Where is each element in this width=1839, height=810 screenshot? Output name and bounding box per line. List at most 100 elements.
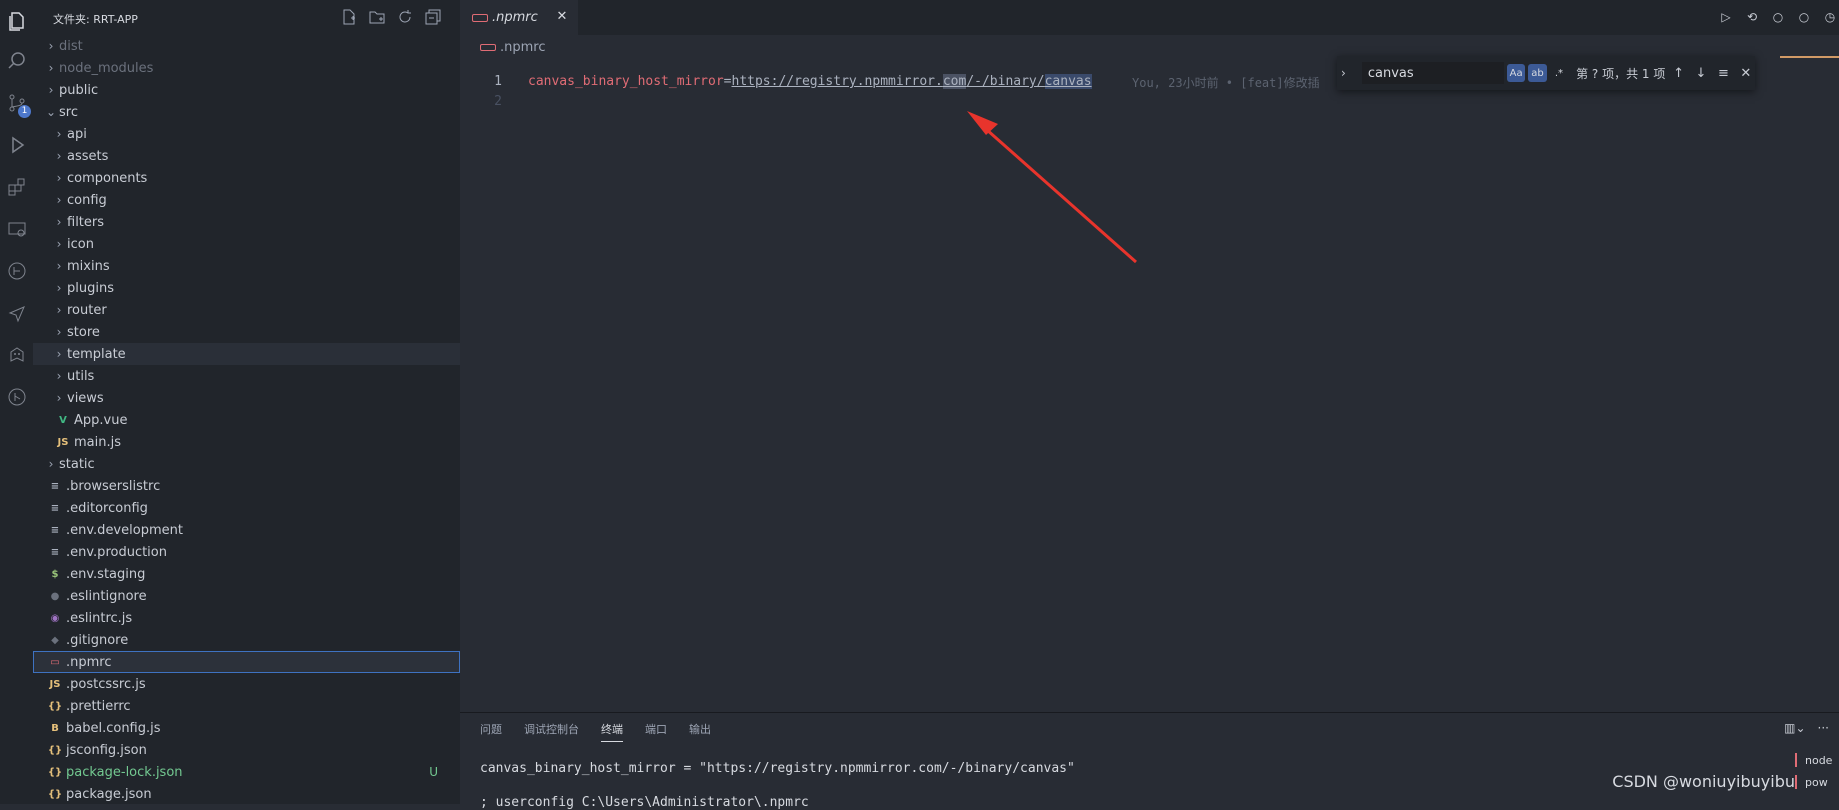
tree-item-label: .eslintrc.js bbox=[66, 610, 133, 626]
run-debug-icon[interactable] bbox=[0, 130, 33, 160]
tree-item[interactable]: {} package.json bbox=[33, 783, 460, 804]
panel-tab[interactable]: 端口 bbox=[645, 721, 667, 742]
tree-item[interactable]: V App.vue bbox=[33, 409, 460, 431]
terminal-item[interactable]: node bbox=[1795, 749, 1839, 771]
tree-item-label: package.json bbox=[66, 786, 152, 802]
tree-item[interactable]: › template bbox=[33, 343, 460, 365]
tree-item-label: .env.staging bbox=[66, 566, 146, 582]
tree-item[interactable]: › components bbox=[33, 167, 460, 189]
tree-item[interactable]: ◆ .gitignore bbox=[33, 629, 460, 651]
npm-file-icon: ▭ bbox=[50, 656, 60, 668]
tree-item[interactable]: › public bbox=[33, 79, 460, 101]
editor-area: .npmrc ✕ ▷ ⟲ ○ ○ ◷ .npmrc 1 canvas_binar… bbox=[460, 0, 1839, 712]
tree-item-label: .prettierrc bbox=[66, 698, 131, 714]
activity-bar: 1 bbox=[0, 0, 33, 804]
tree-item[interactable]: JS .postcssrc.js bbox=[33, 673, 460, 695]
tree-item-label: .gitignore bbox=[66, 632, 129, 648]
terminal-output: ; userconfig C:\Users\Administrator\.npm… bbox=[480, 795, 809, 810]
match-case-toggle[interactable]: Aa bbox=[1506, 64, 1526, 82]
tree-item[interactable]: {} .prettierrc bbox=[33, 695, 460, 717]
copilot-icon[interactable] bbox=[0, 340, 33, 370]
chevron-right-icon: › bbox=[48, 39, 54, 53]
chevron-right-icon: › bbox=[56, 127, 62, 141]
npm-icon bbox=[480, 43, 496, 51]
tree-item[interactable]: $ .env.staging bbox=[33, 563, 460, 585]
tab-npmrc[interactable]: .npmrc ✕ bbox=[460, 0, 578, 35]
tree-item[interactable]: ≡ .browserslistrc bbox=[33, 475, 460, 497]
git-graph-icon[interactable] bbox=[0, 256, 33, 286]
send-icon[interactable] bbox=[0, 298, 33, 328]
close-icon[interactable]: ✕ bbox=[554, 9, 570, 25]
terminal-item[interactable]: pow bbox=[1795, 771, 1839, 793]
gitlens-icon[interactable] bbox=[0, 382, 33, 412]
search-icon[interactable] bbox=[0, 46, 33, 76]
tree-item[interactable]: › static bbox=[33, 453, 460, 475]
breadcrumb[interactable]: .npmrc bbox=[480, 36, 546, 58]
tree-item[interactable]: › store bbox=[33, 321, 460, 343]
more-actions-icon[interactable]: ··· bbox=[1818, 721, 1829, 735]
chevron-right-icon: › bbox=[56, 237, 62, 251]
next-match-icon[interactable]: ↓ bbox=[1692, 66, 1710, 81]
new-file-icon[interactable] bbox=[340, 8, 358, 26]
previous-change-icon[interactable]: ○ bbox=[1769, 8, 1787, 26]
toggle-replace-icon[interactable]: › bbox=[1341, 66, 1354, 80]
refresh-icon[interactable] bbox=[396, 8, 414, 26]
tree-item[interactable]: › views bbox=[33, 387, 460, 409]
chevron-right-icon: › bbox=[56, 303, 62, 317]
tree-item[interactable]: ● .eslintignore bbox=[33, 585, 460, 607]
tree-item[interactable]: › router bbox=[33, 299, 460, 321]
tree-item[interactable]: ≡ .editorconfig bbox=[33, 497, 460, 519]
tree-item[interactable]: › dist bbox=[33, 35, 460, 57]
tree-item[interactable]: ≡ .env.development bbox=[33, 519, 460, 541]
tree-item[interactable]: › assets bbox=[33, 145, 460, 167]
new-folder-icon[interactable] bbox=[368, 8, 386, 26]
tree-item[interactable]: ▭ .npmrc bbox=[33, 651, 460, 673]
extensions-icon[interactable] bbox=[0, 172, 33, 202]
tree-item-label: public bbox=[59, 82, 99, 98]
config-url[interactable]: https://registry.npmmirror.com/-/binary/… bbox=[732, 74, 1092, 89]
find-in-selection-icon[interactable]: ≡ bbox=[1714, 66, 1732, 81]
close-find-icon[interactable]: ✕ bbox=[1737, 66, 1755, 81]
tree-item[interactable]: ⌄ src bbox=[33, 101, 460, 123]
tree-item[interactable]: › node_modules bbox=[33, 57, 460, 79]
whole-word-toggle[interactable]: ab bbox=[1528, 64, 1547, 82]
tree-item[interactable]: › filters bbox=[33, 211, 460, 233]
previous-match-icon[interactable]: ↑ bbox=[1669, 66, 1687, 81]
tree-item[interactable]: ≡ .env.production bbox=[33, 541, 460, 563]
tree-item[interactable]: › mixins bbox=[33, 255, 460, 277]
panel-tab[interactable]: 问题 bbox=[480, 721, 502, 742]
timeline-icon[interactable]: ◷ bbox=[1821, 8, 1839, 26]
json-file-icon: {} bbox=[47, 788, 63, 800]
panel-tab[interactable]: 终端 bbox=[601, 721, 623, 742]
collapse-icon[interactable] bbox=[424, 8, 442, 26]
tree-item-label: node_modules bbox=[59, 60, 154, 76]
run-icon[interactable]: ▷ bbox=[1717, 8, 1735, 26]
tree-item[interactable]: › utils bbox=[33, 365, 460, 387]
tab-bar: .npmrc ✕ ▷ ⟲ ○ ○ ◷ bbox=[460, 0, 1839, 35]
tree-item[interactable]: {} package-lock.json U bbox=[33, 761, 460, 783]
scrollbar-decoration bbox=[1780, 56, 1839, 58]
tree-item[interactable]: › config bbox=[33, 189, 460, 211]
terminal-list: node pow bbox=[1795, 749, 1839, 793]
remote-explorer-icon[interactable] bbox=[0, 214, 33, 244]
panel-tab[interactable]: 调试控制台 bbox=[524, 721, 579, 742]
tree-item[interactable]: JS main.js bbox=[33, 431, 460, 453]
lines-file-icon: ≡ bbox=[50, 502, 60, 514]
tree-item-label: package-lock.json bbox=[66, 764, 183, 780]
json-file-icon: {} bbox=[47, 700, 63, 712]
explorer-icon[interactable] bbox=[0, 6, 33, 36]
tree-item[interactable]: › plugins bbox=[33, 277, 460, 299]
tree-item[interactable]: › api bbox=[33, 123, 460, 145]
lines-file-icon: ≡ bbox=[50, 480, 60, 492]
panel-tab[interactable]: 输出 bbox=[689, 721, 711, 742]
tree-item[interactable]: › icon bbox=[33, 233, 460, 255]
tree-item[interactable]: Bbabel.config.js bbox=[33, 717, 460, 739]
tree-item[interactable]: ◉ .eslintrc.js bbox=[33, 607, 460, 629]
regex-toggle[interactable]: .* bbox=[1550, 64, 1568, 82]
source-control-icon[interactable]: 1 bbox=[0, 88, 33, 118]
find-input[interactable] bbox=[1361, 62, 1504, 84]
compare-icon[interactable]: ⟲ bbox=[1743, 8, 1761, 26]
tree-item[interactable]: {} jsconfig.json bbox=[33, 739, 460, 761]
split-terminal-icon[interactable]: ▥⌄ bbox=[1784, 721, 1805, 735]
next-change-icon[interactable]: ○ bbox=[1795, 8, 1813, 26]
